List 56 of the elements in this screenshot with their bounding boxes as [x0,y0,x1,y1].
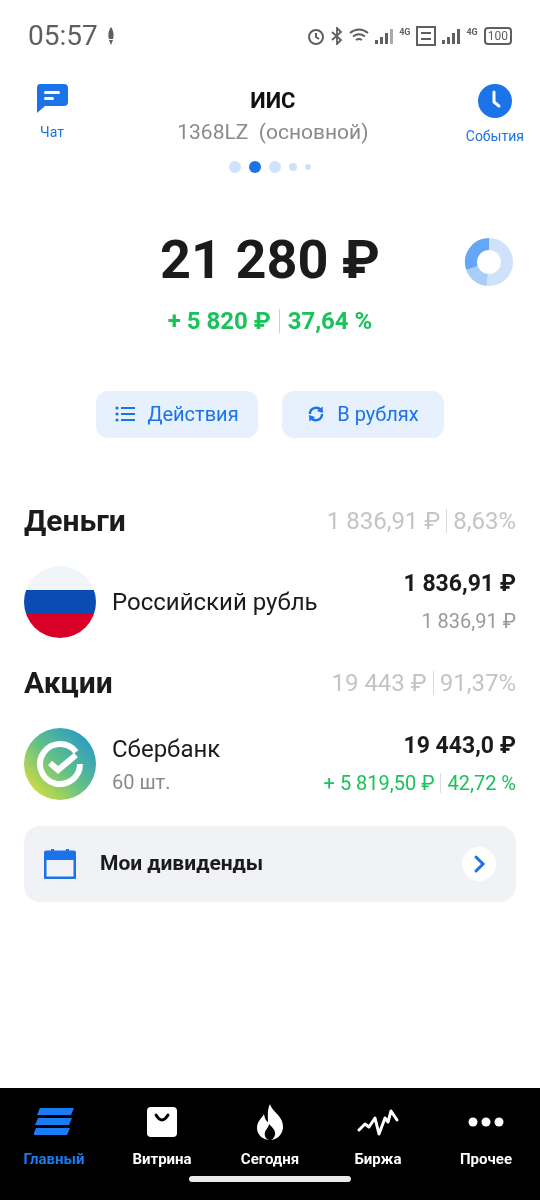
chart-line-icon [357,1108,399,1136]
rocket-icon [105,27,116,45]
total-change: + 5 820 ₽ [167,305,271,337]
asset-change: + 5 819,50 ₽ [323,769,435,797]
action-button[interactable]: В рублях [282,390,444,438]
flag-icon [24,565,96,638]
section-title: Деньги [24,502,126,540]
signal-icon [442,28,461,44]
asset-value-secondary: 1 836,91 ₽ [421,607,516,635]
section-title: Акции [24,664,113,702]
bluetooth-icon [331,27,344,45]
alarm-icon [307,27,326,45]
account-subtitle: 1368LZ (основной) [177,119,369,146]
bag-icon [147,1107,177,1137]
action-button[interactable]: Действия [96,390,258,438]
allocation-donut-icon [464,236,514,287]
nav-tab[interactable]: Главный [9,1104,99,1171]
asset-change-percent: 42,72 % [447,769,516,797]
account-title: ИИС [250,87,296,115]
network-type: 4G [399,26,411,39]
asset-row[interactable]: Сбербанк 60 шт. 19 443,0 ₽ + 5 819,50 ₽ 42,72 % [24,727,516,800]
nav-tab[interactable]: Витрина [117,1104,207,1171]
section-share: 8,63% [453,505,516,537]
volte-icon [416,26,437,46]
clock-icon [477,84,512,118]
nav-tab[interactable]: Сегодня [225,1104,315,1171]
asset-value: 19 443,0 ₽ [403,731,516,762]
section-share: 91,37% [439,667,516,699]
events-button[interactable]: События [465,84,524,147]
chat-button[interactable]: Чат [24,84,80,143]
stripes-icon [34,1108,74,1136]
more-icon [468,1117,504,1127]
nav-tab[interactable]: Биржа [333,1104,423,1171]
nav-tab[interactable]: Прочее [441,1104,531,1171]
asset-name: Сбербанк [112,733,222,765]
asset-quantity: 60 шт. [112,768,172,796]
asset-value: 1 836,91 ₽ [403,569,516,600]
section-sum: 1 836,91 ₽ [326,505,441,537]
list-icon [115,406,136,422]
chevron-right-icon [462,846,496,881]
portfolio-total: 21 280 ₽ [160,232,380,287]
network-type: 4G [466,26,478,39]
total-change-percent: 37,64 % [287,305,373,337]
flame-icon [256,1104,284,1140]
battery-indicator: 100 [483,27,512,45]
calendar-icon [44,848,76,879]
bank-logo-icon [24,727,96,800]
dividends-card[interactable]: Мои дивиденды [24,825,516,902]
status-time: 05:57 [28,18,98,54]
wifi-icon [349,28,370,44]
asset-row[interactable]: Российский рубль 1 836,91 ₽ 1 836,91 ₽ [24,565,516,638]
chat-icon [36,84,68,114]
refresh-icon [307,405,326,423]
asset-name: Российский рубль [112,586,319,618]
signal-icon [375,28,394,44]
section-sum: 19 443 ₽ [331,667,427,699]
